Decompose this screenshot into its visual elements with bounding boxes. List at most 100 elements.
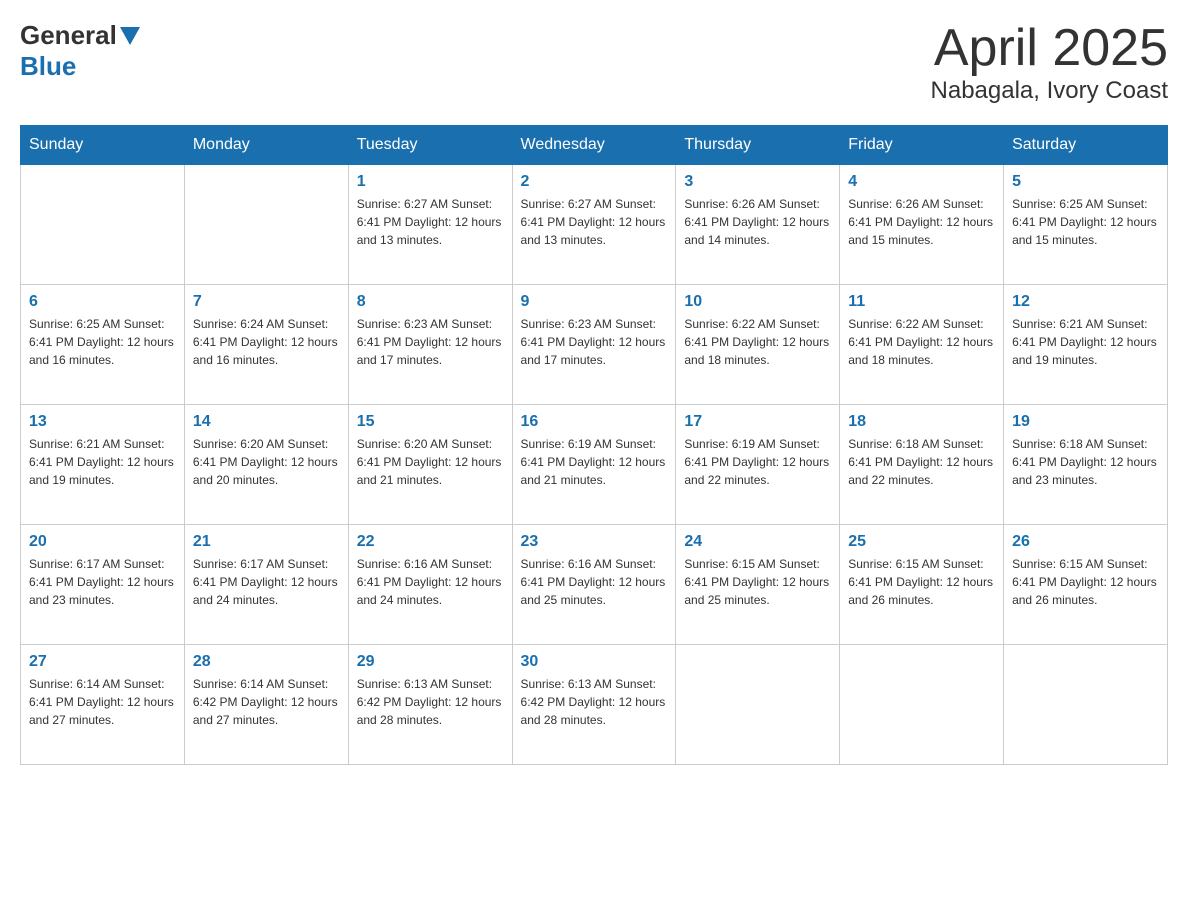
day-info: Sunrise: 6:26 AM Sunset: 6:41 PM Dayligh… xyxy=(684,195,831,249)
day-number: 6 xyxy=(29,293,176,311)
day-number: 11 xyxy=(848,293,995,311)
day-info: Sunrise: 6:14 AM Sunset: 6:41 PM Dayligh… xyxy=(29,675,176,729)
day-number: 18 xyxy=(848,413,995,431)
calendar-cell: 1Sunrise: 6:27 AM Sunset: 6:41 PM Daylig… xyxy=(348,165,512,285)
day-info: Sunrise: 6:16 AM Sunset: 6:41 PM Dayligh… xyxy=(357,555,504,609)
calendar-cell: 23 Sunrise: 6:16 AM Sunset: 6:41 PM Dayli… xyxy=(512,525,676,645)
calendar-cell: 26 Sunrise: 6:15 AM Sunset: 6:41 PM Dayli… xyxy=(1004,525,1168,645)
day-number: 26 xyxy=(1012,533,1159,551)
weekday-header-friday: Friday xyxy=(840,126,1004,165)
calendar-cell xyxy=(676,645,840,765)
calendar-cell: 18Sunrise: 6:18 AM Sunset: 6:41 PM Dayli… xyxy=(840,405,1004,525)
day-number: 19 xyxy=(1012,413,1159,431)
logo-general-text: General xyxy=(20,20,117,51)
day-info: Sunrise: 6:19 AM Sunset: 6:41 PM Dayligh… xyxy=(521,435,668,489)
weekday-header-sunday: Sunday xyxy=(21,126,185,165)
day-info: Sunrise: 6:23 AM Sunset: 6:41 PM Dayligh… xyxy=(521,315,668,369)
calendar-cell: 17 Sunrise: 6:19 AM Sunset: 6:41 PM Dayli… xyxy=(676,405,840,525)
day-info: Sunrise: 6:16 AM Sunset: 6:41 PM Dayligh… xyxy=(521,555,668,609)
page-header: General Blue April 2025 Nabagala, Ivory … xyxy=(20,20,1168,105)
day-number: 9 xyxy=(521,293,668,311)
day-number: 8 xyxy=(357,293,504,311)
calendar-cell: 19Sunrise: 6:18 AM Sunset: 6:41 PM Dayli… xyxy=(1004,405,1168,525)
day-number: 3 xyxy=(684,173,831,191)
calendar-cell: 3 Sunrise: 6:26 AM Sunset: 6:41 PM Daylig… xyxy=(676,165,840,285)
day-info: Sunrise: 6:17 AM Sunset: 6:41 PM Dayligh… xyxy=(193,555,340,609)
day-number: 13 xyxy=(29,413,176,431)
calendar-body: 1Sunrise: 6:27 AM Sunset: 6:41 PM Daylig… xyxy=(21,165,1168,765)
weekday-header-monday: Monday xyxy=(184,126,348,165)
calendar-cell: 10Sunrise: 6:22 AM Sunset: 6:41 PM Dayli… xyxy=(676,285,840,405)
day-info: Sunrise: 6:21 AM Sunset: 6:41 PM Dayligh… xyxy=(1012,315,1159,369)
calendar-cell: 27 Sunrise: 6:14 AM Sunset: 6:41 PM Dayli… xyxy=(21,645,185,765)
calendar-week-4: 20 Sunrise: 6:17 AM Sunset: 6:41 PM Dayli… xyxy=(21,525,1168,645)
calendar-cell: 29Sunrise: 6:13 AM Sunset: 6:42 PM Dayli… xyxy=(348,645,512,765)
day-info: Sunrise: 6:15 AM Sunset: 6:41 PM Dayligh… xyxy=(848,555,995,609)
day-info: Sunrise: 6:20 AM Sunset: 6:41 PM Dayligh… xyxy=(193,435,340,489)
day-info: Sunrise: 6:25 AM Sunset: 6:41 PM Dayligh… xyxy=(29,315,176,369)
calendar-cell xyxy=(840,645,1004,765)
calendar-cell xyxy=(21,165,185,285)
day-number: 28 xyxy=(193,653,340,671)
calendar-week-5: 27 Sunrise: 6:14 AM Sunset: 6:41 PM Dayli… xyxy=(21,645,1168,765)
weekday-header-row: SundayMondayTuesdayWednesdayThursdayFrid… xyxy=(21,126,1168,165)
calendar-cell: 15 Sunrise: 6:20 AM Sunset: 6:41 PM Dayli… xyxy=(348,405,512,525)
calendar-week-1: 1Sunrise: 6:27 AM Sunset: 6:41 PM Daylig… xyxy=(21,165,1168,285)
calendar-cell: 9 Sunrise: 6:23 AM Sunset: 6:41 PM Daylig… xyxy=(512,285,676,405)
day-number: 29 xyxy=(357,653,504,671)
day-number: 2 xyxy=(521,173,668,191)
day-info: Sunrise: 6:22 AM Sunset: 6:41 PM Dayligh… xyxy=(848,315,995,369)
calendar-cell: 12 Sunrise: 6:21 AM Sunset: 6:41 PM Dayli… xyxy=(1004,285,1168,405)
day-number: 7 xyxy=(193,293,340,311)
day-number: 1 xyxy=(357,173,504,191)
day-info: Sunrise: 6:22 AM Sunset: 6:41 PM Dayligh… xyxy=(684,315,831,369)
day-number: 23 xyxy=(521,533,668,551)
calendar-week-3: 13 Sunrise: 6:21 AM Sunset: 6:41 PM Dayli… xyxy=(21,405,1168,525)
calendar-cell: 21 Sunrise: 6:17 AM Sunset: 6:41 PM Dayli… xyxy=(184,525,348,645)
title-area: April 2025 Nabagala, Ivory Coast xyxy=(931,20,1168,105)
calendar-cell: 8 Sunrise: 6:23 AM Sunset: 6:41 PM Daylig… xyxy=(348,285,512,405)
calendar-table: SundayMondayTuesdayWednesdayThursdayFrid… xyxy=(20,125,1168,765)
day-number: 17 xyxy=(684,413,831,431)
day-info: Sunrise: 6:19 AM Sunset: 6:41 PM Dayligh… xyxy=(684,435,831,489)
day-info: Sunrise: 6:15 AM Sunset: 6:41 PM Dayligh… xyxy=(684,555,831,609)
day-info: Sunrise: 6:25 AM Sunset: 6:41 PM Dayligh… xyxy=(1012,195,1159,249)
calendar-cell: 14 Sunrise: 6:20 AM Sunset: 6:41 PM Dayli… xyxy=(184,405,348,525)
calendar-cell: 30Sunrise: 6:13 AM Sunset: 6:42 PM Dayli… xyxy=(512,645,676,765)
calendar-cell: 20 Sunrise: 6:17 AM Sunset: 6:41 PM Dayli… xyxy=(21,525,185,645)
weekday-header-tuesday: Tuesday xyxy=(348,126,512,165)
day-number: 21 xyxy=(193,533,340,551)
day-info: Sunrise: 6:14 AM Sunset: 6:42 PM Dayligh… xyxy=(193,675,340,729)
day-info: Sunrise: 6:15 AM Sunset: 6:41 PM Dayligh… xyxy=(1012,555,1159,609)
day-number: 20 xyxy=(29,533,176,551)
day-info: Sunrise: 6:21 AM Sunset: 6:41 PM Dayligh… xyxy=(29,435,176,489)
day-info: Sunrise: 6:26 AM Sunset: 6:41 PM Dayligh… xyxy=(848,195,995,249)
day-info: Sunrise: 6:17 AM Sunset: 6:41 PM Dayligh… xyxy=(29,555,176,609)
weekday-header-wednesday: Wednesday xyxy=(512,126,676,165)
calendar-cell: 24Sunrise: 6:15 AM Sunset: 6:41 PM Dayli… xyxy=(676,525,840,645)
day-number: 4 xyxy=(848,173,995,191)
day-info: Sunrise: 6:20 AM Sunset: 6:41 PM Dayligh… xyxy=(357,435,504,489)
day-number: 16 xyxy=(521,413,668,431)
calendar-cell xyxy=(1004,645,1168,765)
day-number: 15 xyxy=(357,413,504,431)
calendar-cell: 13 Sunrise: 6:21 AM Sunset: 6:41 PM Dayli… xyxy=(21,405,185,525)
calendar-cell xyxy=(184,165,348,285)
calendar-cell: 4 Sunrise: 6:26 AM Sunset: 6:41 PM Daylig… xyxy=(840,165,1004,285)
day-number: 12 xyxy=(1012,293,1159,311)
day-number: 5 xyxy=(1012,173,1159,191)
calendar-cell: 25Sunrise: 6:15 AM Sunset: 6:41 PM Dayli… xyxy=(840,525,1004,645)
calendar-cell: 7Sunrise: 6:24 AM Sunset: 6:41 PM Daylig… xyxy=(184,285,348,405)
location-title: Nabagala, Ivory Coast xyxy=(931,77,1168,105)
month-title: April 2025 xyxy=(931,20,1168,77)
calendar-cell: 2Sunrise: 6:27 AM Sunset: 6:41 PM Daylig… xyxy=(512,165,676,285)
logo: General Blue xyxy=(20,20,143,82)
day-number: 27 xyxy=(29,653,176,671)
weekday-header-saturday: Saturday xyxy=(1004,126,1168,165)
day-info: Sunrise: 6:23 AM Sunset: 6:41 PM Dayligh… xyxy=(357,315,504,369)
calendar-cell: 5 Sunrise: 6:25 AM Sunset: 6:41 PM Daylig… xyxy=(1004,165,1168,285)
calendar-cell: 16 Sunrise: 6:19 AM Sunset: 6:41 PM Dayli… xyxy=(512,405,676,525)
day-number: 22 xyxy=(357,533,504,551)
day-number: 14 xyxy=(193,413,340,431)
calendar-cell: 11 Sunrise: 6:22 AM Sunset: 6:41 PM Dayli… xyxy=(840,285,1004,405)
